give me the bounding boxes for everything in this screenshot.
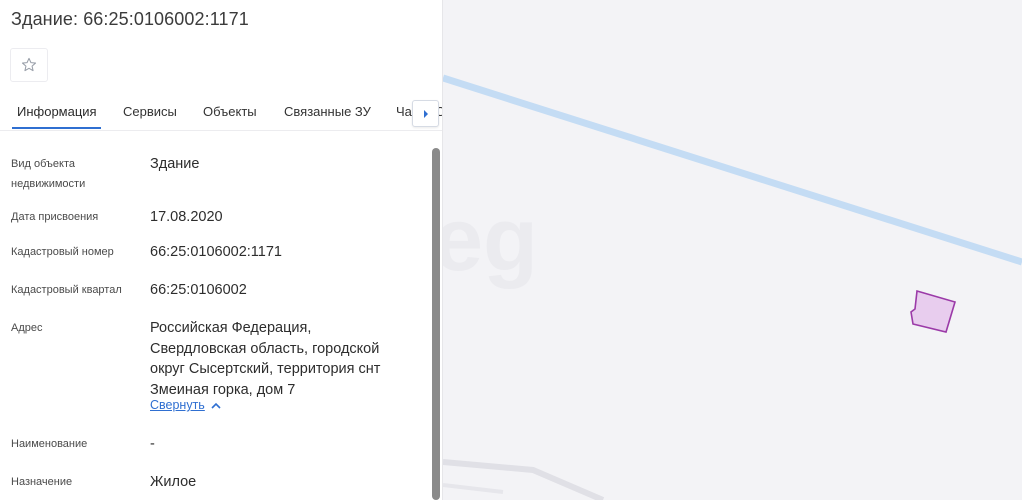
- tab-scroll-right-button[interactable]: [412, 100, 439, 127]
- map-canvas[interactable]: eg: [443, 0, 1022, 500]
- address-label: Адрес: [11, 322, 43, 334]
- address-value: Российская Федерация, Свердловская облас…: [150, 320, 381, 398]
- road-line-lower-2: [443, 483, 504, 494]
- map-view[interactable]: eg: [443, 0, 1022, 500]
- object-type-label: Вид объекта недвижимости: [11, 158, 86, 190]
- panel-scrollbar[interactable]: [432, 148, 440, 500]
- tab-related-land[interactable]: Связанные ЗУ: [284, 104, 371, 119]
- assigned-date-label: Дата присвоения: [11, 211, 99, 223]
- row-address: Адрес Российская Федерация, Свердловская…: [11, 318, 431, 418]
- favorite-button[interactable]: [10, 48, 48, 82]
- cadastral-quarter-label: Кадастровый квартал: [11, 284, 122, 296]
- chevron-up-icon: [211, 402, 221, 409]
- tab-objects[interactable]: Объекты: [203, 104, 257, 119]
- purpose-value: Жилое: [150, 474, 197, 490]
- app-root: eg Здание: 66:25:0106002:1171 Информация…: [0, 0, 1022, 500]
- tab-services[interactable]: Сервисы: [123, 104, 177, 119]
- active-tab-indicator: [12, 127, 101, 129]
- map-watermark: eg: [443, 190, 538, 290]
- purpose-label: Назначение: [11, 476, 73, 488]
- tab-info[interactable]: Информация: [17, 104, 97, 119]
- object-type-value: Здание: [150, 156, 200, 172]
- name-value: -: [150, 436, 155, 452]
- name-label: Наименование: [11, 438, 88, 450]
- chevron-right-icon: [423, 109, 428, 118]
- star-outline-icon: [21, 57, 37, 72]
- tab-bar: Информация Сервисы Объекты Связанные ЗУ …: [0, 93, 442, 131]
- collapse-link-label: Свернуть: [150, 398, 205, 412]
- cadastral-number-value: 66:25:0106002:1171: [150, 244, 282, 260]
- cadastral-number-label: Кадастровый номер: [11, 246, 114, 258]
- assigned-date-value: 17.08.2020: [150, 209, 223, 225]
- building-parcel[interactable]: [910, 289, 956, 333]
- page-title: Здание: 66:25:0106002:1171: [11, 9, 249, 29]
- info-panel: Здание: 66:25:0106002:1171 Информация Се…: [0, 0, 443, 500]
- collapse-address-link[interactable]: Свернуть: [150, 398, 221, 412]
- road-line-lower: [443, 459, 605, 500]
- cadastral-quarter-value: 66:25:0106002: [150, 282, 247, 298]
